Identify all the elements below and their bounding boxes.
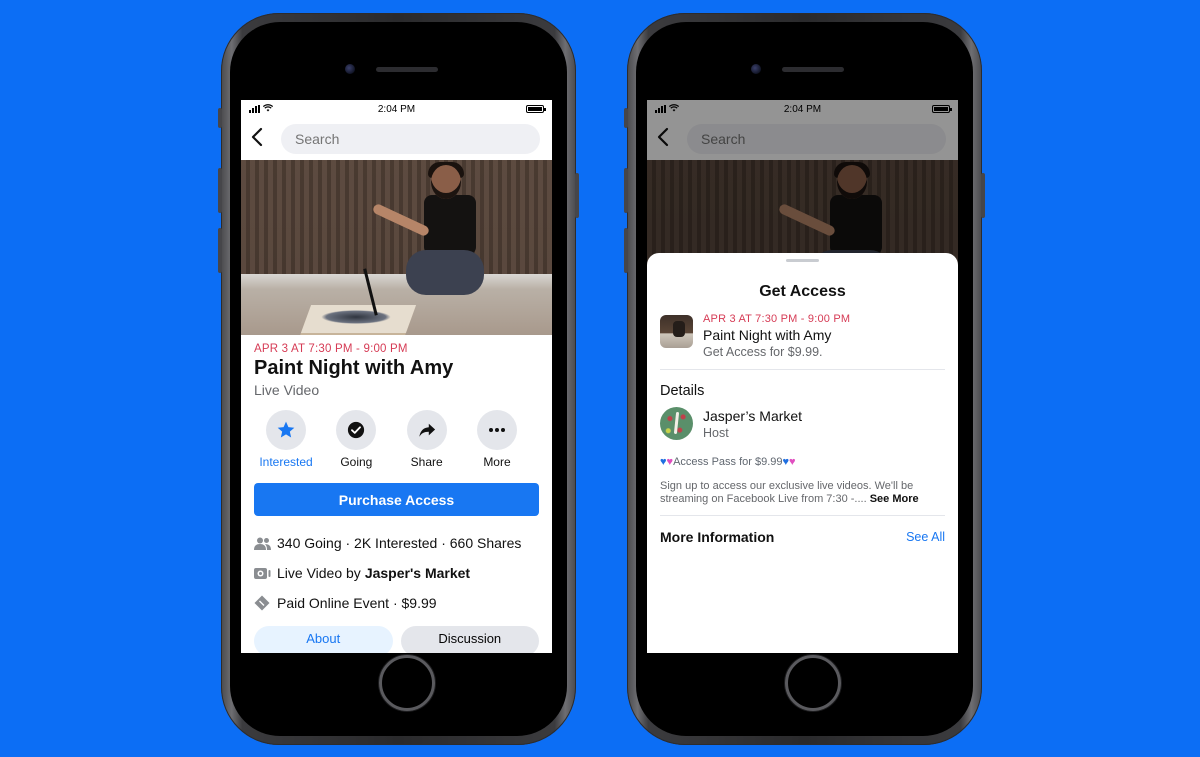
sheet-event-date: APR 3 AT 7:30 PM - 9:00 PM <box>703 313 851 325</box>
host-row[interactable]: Jasper’s Market Host <box>647 399 958 440</box>
front-camera <box>345 64 355 74</box>
sheet-event-price: Get Access for $9.99. <box>703 345 823 359</box>
sheet-title: Get Access <box>759 283 846 300</box>
stats-text: 340 Going · 2K Interested · 660 Shares <box>277 535 522 551</box>
earpiece-speaker <box>782 67 844 72</box>
search-input[interactable] <box>687 124 946 154</box>
event-cover-photo[interactable] <box>241 160 552 335</box>
status-bar: 2:04 PM <box>241 100 552 118</box>
volume-up-button <box>218 168 222 213</box>
earpiece-speaker <box>376 67 438 72</box>
live-video-row: Live Video by Jasper's Market <box>254 558 539 588</box>
interested-button[interactable]: Interested <box>255 410 317 469</box>
purchase-access-button[interactable]: Purchase Access <box>254 483 539 516</box>
battery-icon <box>932 105 952 113</box>
back-button[interactable] <box>251 127 281 151</box>
event-header: APR 3 AT 7:30 PM - 9:00 PM Paint Night w… <box>241 335 552 398</box>
search-input[interactable] <box>281 124 540 154</box>
chevron-left-icon <box>251 127 263 147</box>
more-dots-icon <box>488 428 505 432</box>
access-pass-text: Access Pass for $9.99 <box>673 456 783 468</box>
front-camera <box>751 64 761 74</box>
details-heading: Details <box>660 383 705 399</box>
tab-about[interactable]: About <box>254 626 393 653</box>
sheet-grabber[interactable] <box>786 259 819 262</box>
description: Sign up to access our exclusive live vid… <box>647 468 958 515</box>
more-label: More <box>483 455 511 469</box>
paid-event-text: Paid Online Event · $9.99 <box>277 595 437 611</box>
volume-up-button <box>624 168 628 213</box>
interested-label: Interested <box>259 455 313 469</box>
more-button[interactable]: More <box>466 410 528 469</box>
see-all-link[interactable]: See All <box>906 530 945 544</box>
chevron-left-icon <box>657 127 669 147</box>
more-information-heading: More Information <box>660 529 775 545</box>
going-label: Going <box>340 455 373 469</box>
nav-bar <box>647 118 958 160</box>
share-arrow-icon <box>419 423 435 437</box>
status-time: 2:04 PM <box>783 103 822 115</box>
host-name: Jasper’s Market <box>703 407 803 424</box>
event-date: APR 3 AT 7:30 PM - 9:00 PM <box>254 343 408 355</box>
event-screen: 2:04 PM APR 3 AT 7:30 PM - 9:0 <box>241 100 552 653</box>
paid-event-row: Paid Online Event · $9.99 <box>254 588 539 618</box>
see-more-link[interactable]: See More <box>870 493 919 505</box>
volume-down-button <box>624 228 628 273</box>
back-button[interactable] <box>657 127 687 151</box>
share-button[interactable]: Share <box>396 410 458 469</box>
event-type: Live Video <box>254 382 320 398</box>
live-video-prefix: Live Video by <box>277 565 361 581</box>
sheet-event-summary: APR 3 AT 7:30 PM - 9:00 PM Paint Night w… <box>647 301 958 369</box>
share-label: Share <box>410 455 443 469</box>
access-pass-line: ♥ ♥ Access Pass for $9.99 ♥ ♥ <box>647 440 958 468</box>
nav-bar <box>241 118 552 160</box>
get-access-sheet: Get Access APR 3 AT 7:30 PM - 9:00 PM Pa… <box>647 253 958 653</box>
power-button <box>981 173 985 218</box>
status-bar: 2:04 PM <box>647 100 958 118</box>
battery-icon <box>526 105 546 113</box>
stats-row[interactable]: 340 Going · 2K Interested · 660 Shares <box>254 528 539 558</box>
star-icon <box>277 421 295 438</box>
power-button <box>575 173 579 218</box>
going-button[interactable]: Going <box>325 410 387 469</box>
get-access-screen: 2:04 PM Get Access <box>647 100 958 653</box>
sheet-event-name: Paint Night with Amy <box>703 327 832 343</box>
phone-left: 2:04 PM APR 3 AT 7:30 PM - 9:0 <box>218 13 579 745</box>
people-icon <box>254 537 277 550</box>
event-info: 340 Going · 2K Interested · 660 Shares L… <box>241 516 552 618</box>
status-time: 2:04 PM <box>377 103 416 115</box>
event-tabs: About Discussion <box>241 618 552 653</box>
host-avatar <box>660 407 693 440</box>
tab-discussion[interactable]: Discussion <box>400 626 539 653</box>
ticket-icon <box>254 595 277 611</box>
mute-switch <box>624 108 628 128</box>
pink-heart-icon: ♥ <box>789 455 796 468</box>
live-video-icon <box>254 567 277 580</box>
check-circle-icon <box>348 421 365 439</box>
phone-right: 2:04 PM Get Access <box>624 13 985 745</box>
home-button[interactable] <box>379 655 435 711</box>
event-actions: Interested Going Share More <box>241 398 552 469</box>
more-information-row: More Information See All <box>647 516 958 545</box>
home-button[interactable] <box>785 655 841 711</box>
mute-switch <box>218 108 222 128</box>
host-role: Host <box>703 425 729 440</box>
live-video-host-link[interactable]: Jasper's Market <box>365 565 470 581</box>
event-thumbnail <box>660 315 693 348</box>
event-title: Paint Night with Amy <box>254 357 454 379</box>
volume-down-button <box>218 228 222 273</box>
